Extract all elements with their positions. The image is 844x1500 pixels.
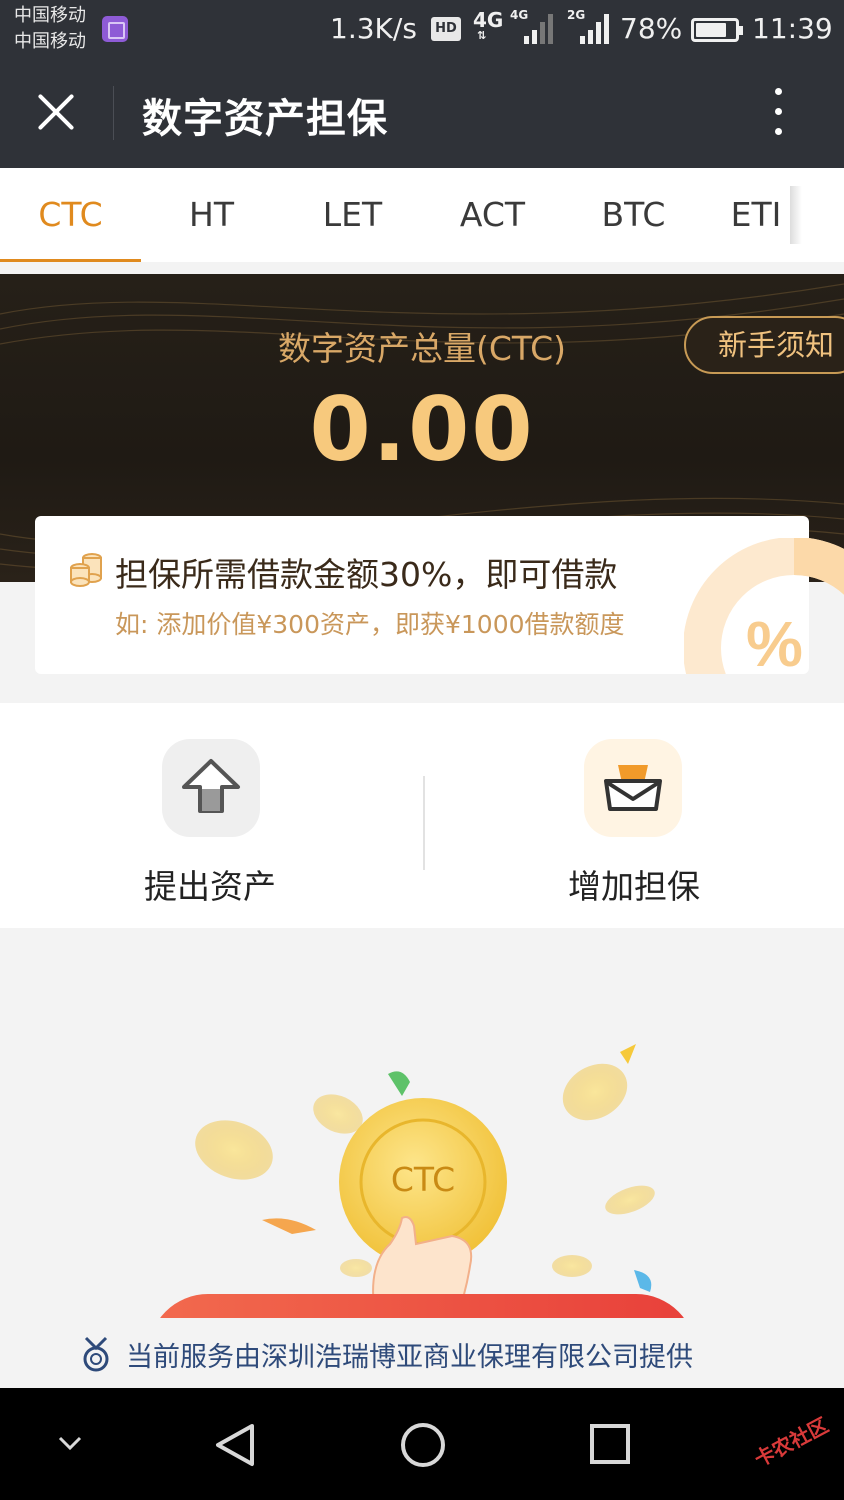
active-tab-indicator: [0, 259, 141, 262]
withdraw-asset-button[interactable]: 提出资产: [110, 860, 310, 908]
beginner-guide-button[interactable]: 新手须知: [684, 316, 844, 374]
title-bar: 数字资产担保: [0, 56, 844, 168]
total-asset-value: 0.00: [309, 378, 535, 481]
network-type: 4G ⇅: [473, 8, 504, 42]
tab-let[interactable]: LET: [282, 168, 423, 262]
tab-btc[interactable]: BTC: [563, 168, 704, 262]
coin-label: CTC: [390, 1160, 456, 1199]
coins-icon: [70, 553, 102, 587]
percent-decoration-icon: %: [684, 538, 844, 674]
system-nav-bar: 卡农社区: [0, 1388, 844, 1500]
net-speed: 1.3K/s: [330, 12, 417, 45]
tab-ctc[interactable]: CTC: [0, 168, 141, 262]
status-bar: 中国移动 中国移动 1.3K/s HD 4G ⇅ 4G 2G 78% 11:39: [0, 0, 844, 56]
info-subtitle: 如: 添加价值¥300资产，即获¥1000借款额度: [115, 610, 625, 639]
tab-ht[interactable]: HT: [141, 168, 282, 262]
title-divider: [113, 86, 114, 140]
page-title: 数字资产担保: [142, 96, 388, 142]
close-icon[interactable]: [30, 86, 82, 138]
watermark-logo: 卡农社区: [750, 1413, 832, 1468]
info-title: 担保所需借款金额30%，即可借款: [115, 555, 618, 594]
carrier-1: 中国移动: [14, 5, 86, 26]
hd-badge: HD: [431, 17, 461, 41]
clock: 11:39: [752, 12, 833, 45]
recents-square-icon[interactable]: [588, 1422, 632, 1466]
wallet-icon[interactable]: [584, 739, 682, 837]
back-triangle-icon[interactable]: [210, 1420, 260, 1470]
battery-icon: [691, 18, 743, 42]
provider-note: 当前服务由深圳浩瑞博亚商业保理有限公司提供: [126, 1342, 693, 1373]
signal-1-icon: [520, 12, 556, 44]
asset-tabs: CTC HT LET ACT BTC ETI: [0, 168, 844, 262]
home-circle-icon[interactable]: [398, 1420, 448, 1470]
tab-scroll-fade: [790, 186, 802, 244]
carrier-2: 中国移动: [14, 31, 86, 52]
gallery-notification-icon: [102, 16, 128, 42]
chevron-down-icon[interactable]: [56, 1434, 84, 1454]
svg-text:卡农社区: 卡农社区: [750, 1413, 832, 1468]
action-divider: [423, 776, 425, 870]
battery-percent: 78%: [620, 12, 683, 45]
upload-arrow-icon[interactable]: [162, 739, 260, 837]
medal-icon: [83, 1336, 109, 1372]
svg-text:%: %: [746, 608, 803, 674]
add-guarantee-button[interactable]: 增加担保: [534, 860, 734, 908]
tab-act[interactable]: ACT: [422, 168, 563, 262]
more-vertical-icon[interactable]: [760, 84, 796, 140]
signal-2-icon: [576, 12, 612, 44]
tab-overflow-mask: [802, 168, 844, 262]
